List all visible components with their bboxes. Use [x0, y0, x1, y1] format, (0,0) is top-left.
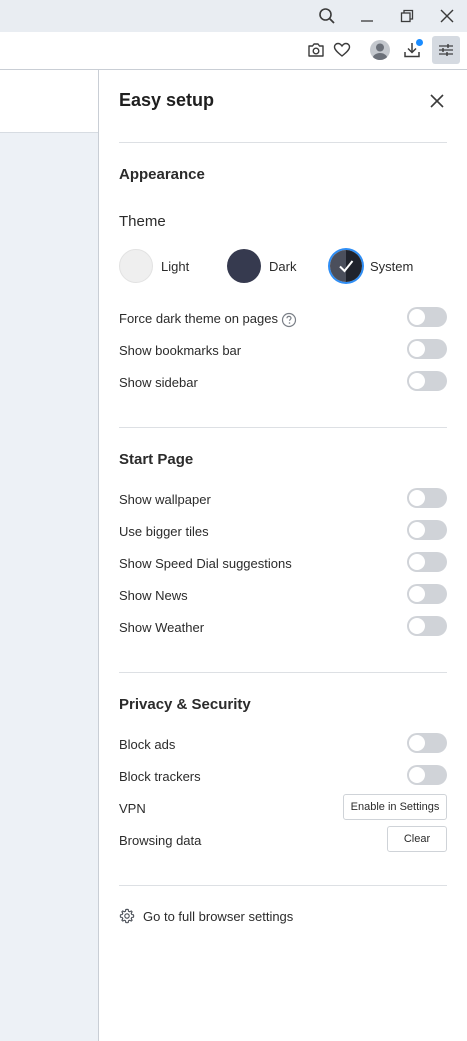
easy-setup-icon[interactable] [432, 36, 460, 64]
clear-browsing-data-button[interactable]: Clear [387, 826, 447, 852]
close-panel-icon[interactable] [425, 89, 449, 113]
help-icon[interactable] [281, 312, 297, 333]
full-settings-link[interactable]: Go to full browser settings [119, 908, 293, 924]
easy-setup-panel: Easy setup Appearance Theme Light Dark S… [98, 70, 467, 1041]
title-bar [0, 0, 467, 32]
divider [119, 672, 447, 673]
force-dark-label: Force dark theme on pages [119, 311, 278, 326]
search-icon[interactable] [313, 2, 341, 30]
sidebar-label: Show sidebar [119, 375, 198, 390]
dark-theme-swatch [227, 249, 261, 283]
restore-icon[interactable] [393, 2, 421, 30]
enable-vpn-button[interactable]: Enable in Settings [343, 794, 447, 820]
vpn-label: VPN [119, 801, 146, 816]
weather-label: Show Weather [119, 620, 205, 635]
profile-icon[interactable] [366, 36, 394, 64]
privacy-security-heading: Privacy & Security [119, 696, 251, 713]
toolbar [0, 32, 467, 70]
download-icon[interactable] [398, 36, 426, 64]
speed-dial-suggestions-toggle[interactable] [407, 552, 447, 572]
page-header-area [0, 70, 98, 133]
bigger-tiles-label: Use bigger tiles [119, 524, 209, 539]
bookmarks-bar-label: Show bookmarks bar [119, 343, 242, 358]
force-dark-toggle[interactable] [407, 307, 447, 327]
speed-dial-suggestions-label: Show Speed Dial suggestions [119, 556, 292, 571]
minimize-icon[interactable] [353, 2, 381, 30]
download-indicator-dot [416, 39, 423, 46]
light-theme-swatch [119, 249, 153, 283]
sidebar-toggle[interactable] [407, 371, 447, 391]
heart-icon[interactable] [328, 36, 356, 64]
theme-option-label: System [370, 258, 414, 274]
system-theme-swatch [330, 250, 362, 282]
bigger-tiles-toggle[interactable] [407, 520, 447, 540]
bookmarks-bar-toggle[interactable] [407, 339, 447, 359]
theme-option-label: Dark [269, 258, 297, 274]
theme-label: Theme [119, 213, 166, 230]
block-trackers-toggle[interactable] [407, 765, 447, 785]
theme-option-label: Light [161, 258, 190, 274]
full-settings-link-label: Go to full browser settings [143, 908, 294, 924]
page-content-area [0, 70, 98, 1041]
theme-option-light[interactable]: Light [119, 248, 189, 284]
appearance-heading: Appearance [119, 166, 205, 183]
gear-icon [119, 908, 135, 924]
block-trackers-label: Block trackers [119, 769, 201, 784]
block-ads-toggle[interactable] [407, 733, 447, 753]
checkmark-icon [339, 260, 354, 273]
camera-icon[interactable] [302, 36, 330, 64]
panel-title: Easy setup [119, 90, 215, 110]
start-page-heading: Start Page [119, 451, 194, 468]
divider [119, 427, 447, 428]
wallpaper-label: Show wallpaper [119, 492, 211, 507]
weather-toggle[interactable] [407, 616, 447, 636]
theme-option-system[interactable]: System [330, 248, 413, 284]
browsing-data-label: Browsing data [119, 833, 202, 848]
divider [119, 885, 447, 886]
block-ads-label: Block ads [119, 737, 176, 752]
theme-option-dark[interactable]: Dark [227, 248, 296, 284]
news-label: Show News [119, 588, 188, 603]
close-icon[interactable] [433, 2, 461, 30]
wallpaper-toggle[interactable] [407, 488, 447, 508]
divider [119, 142, 447, 143]
news-toggle[interactable] [407, 584, 447, 604]
